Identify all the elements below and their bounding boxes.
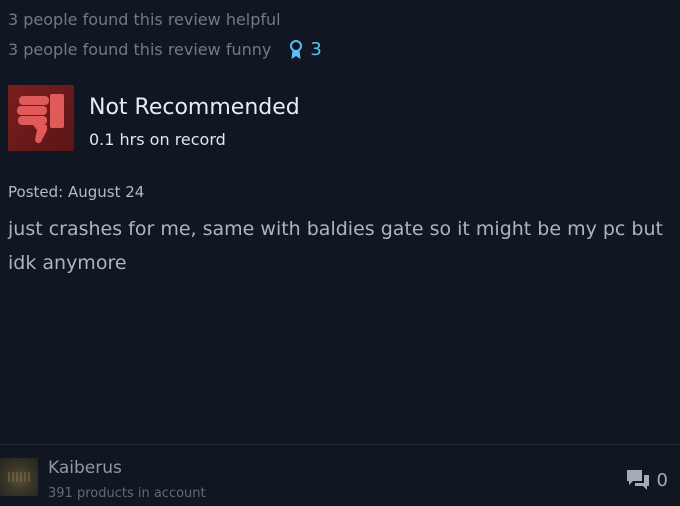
products-count: 391 products in account bbox=[48, 486, 206, 501]
author-name-link[interactable]: Kaiberus bbox=[48, 458, 122, 478]
comments-button[interactable]: 0 bbox=[625, 468, 668, 492]
review-body: just crashes for me, same with baldies g… bbox=[8, 218, 663, 274]
avatar[interactable] bbox=[0, 458, 38, 496]
helpful-count-text: 3 people found this review helpful bbox=[8, 10, 281, 29]
award-badge[interactable]: 3 bbox=[289, 39, 322, 60]
award-ribbon-icon bbox=[290, 39, 303, 59]
funny-row: 3 people found this review funny 3 bbox=[8, 39, 322, 60]
thumbs-down-icon bbox=[17, 94, 64, 144]
verdict-title: Not Recommended bbox=[89, 95, 300, 120]
divider bbox=[0, 444, 680, 445]
comment-count: 0 bbox=[656, 469, 668, 491]
award-count: 3 bbox=[310, 39, 322, 60]
hours-on-record: 0.1 hrs on record bbox=[89, 130, 226, 149]
posted-date: Posted: August 24 bbox=[8, 183, 145, 201]
comment-bubbles-icon bbox=[626, 470, 649, 490]
funny-count-text: 3 people found this review funny bbox=[8, 40, 272, 59]
thumbs-down-badge bbox=[8, 85, 74, 151]
